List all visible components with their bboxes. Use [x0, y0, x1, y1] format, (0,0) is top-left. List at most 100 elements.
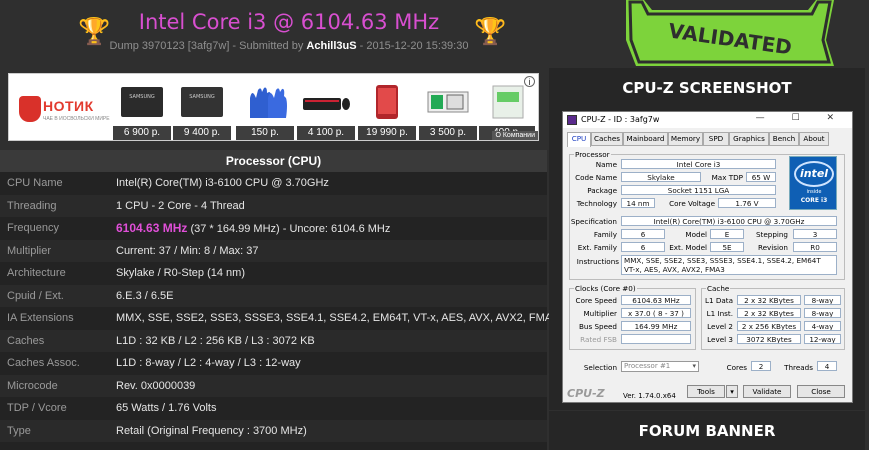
row-label: Caches	[7, 334, 45, 347]
ssd-icon: SAMSUNG	[121, 87, 163, 117]
busspeed-field: 164.99 MHz	[621, 321, 691, 331]
corevoltage-field: 1.76 V	[718, 198, 776, 208]
submitter-link[interactable]: Achill3uS	[306, 40, 356, 52]
tab-memory[interactable]: Memory	[668, 132, 703, 146]
row-value: 6.E.3 / 6.5E	[116, 289, 174, 302]
corespeed-field: 6104.63 MHz	[621, 295, 691, 305]
intel-logo-text: intel	[799, 167, 829, 180]
validate-button[interactable]: Validate	[743, 385, 791, 398]
santa-hat-icon	[19, 96, 41, 122]
row-label: Architecture	[7, 267, 66, 279]
package-icon	[492, 85, 524, 119]
table-row: Cpuid / Ext. 6.E.3 / 6.5E	[0, 284, 547, 307]
cpuz-window-title: CPU-Z - ID : 3afg7w	[581, 115, 660, 124]
ad-brand: НОТИК	[43, 98, 94, 114]
group-title: Clocks (Core #0)	[574, 284, 637, 293]
tab-about[interactable]: About	[799, 132, 829, 146]
intel-core-text: CORE i3	[800, 197, 828, 204]
stepping-field: 3	[793, 229, 837, 239]
table-row: Microcode Rev. 0x0000039	[0, 374, 547, 397]
submission-date: - 2015-12-20 15:39:30	[359, 40, 469, 52]
group-title: Processor	[574, 150, 611, 159]
field-label: L1 Inst.	[706, 309, 733, 318]
table-row: Type Retail (Original Frequency : 3700 M…	[0, 419, 547, 442]
row-value: Rev. 0x0000039	[116, 379, 196, 392]
frequency-value: 6104.63 MHz	[116, 221, 188, 235]
ad-logo[interactable]: НОТИК ЧАЕ В ИОСВОЛЬСКИ МИРЕ	[13, 92, 110, 132]
field-label: Specification	[570, 217, 617, 226]
ad-info-icon[interactable]: i	[524, 76, 535, 87]
row-label: Type	[7, 424, 31, 437]
table-row: Architecture Skylake / R0-Step (14 nm)	[0, 262, 547, 285]
l3-assoc-field: 12-way	[804, 334, 841, 344]
ad-banner[interactable]: НОТИК ЧАЕ В ИОСВОЛЬСКИ МИРЕ SAMSUNG 6 90…	[8, 73, 539, 141]
processor-panel: Processor (CPU) CPU Name Intel(R) Core(T…	[0, 150, 558, 450]
tools-dropdown-button[interactable]: ▾	[726, 385, 738, 398]
field-label: Stepping	[755, 230, 788, 239]
table-row: Multiplier Current: 37 / Min: 8 / Max: 3…	[0, 239, 547, 262]
tab-cpu[interactable]: CPU	[567, 132, 591, 147]
ad-product[interactable]: SAMSUNG 6 900 р.	[113, 80, 171, 140]
ad-company-link[interactable]: О Компании	[492, 131, 538, 140]
row-label: Threading	[7, 199, 57, 212]
maxtdp-field: 65 W	[746, 172, 776, 182]
field-label: Max TDP	[711, 173, 743, 182]
row-value: 65 Watts / 1.76 Volts	[116, 402, 217, 414]
tab-caches[interactable]: Caches	[591, 132, 623, 146]
cpuz-logo: CPU-Z	[567, 387, 605, 400]
row-value: Current: 37 / Min: 8 / Max: 37	[116, 244, 259, 257]
model-field: E	[710, 229, 744, 239]
ad-product[interactable]: SAMSUNG 9 400 р.	[173, 80, 231, 140]
row-label: Caches Assoc.	[7, 357, 80, 369]
table-row: Caches Assoc. L1D : 8-way / L2 : 4-way /…	[0, 352, 547, 375]
row-value: L1D : 32 KB / L2 : 256 KB / L3 : 3072 KB	[116, 334, 315, 347]
table-row: Caches L1D : 32 KB / L2 : 256 KB / L3 : …	[0, 329, 547, 352]
cpuz-window[interactable]: CPU-Z - ID : 3afg7w — ☐ ✕ CPU Caches Mai…	[562, 111, 853, 403]
forum-banner-heading: FORUM BANNER	[549, 411, 865, 450]
instructions-line-1: MMX, SSE, SSE2, SSE3, SSSE3, SSE4.1, SSE…	[624, 256, 821, 265]
tab-bench[interactable]: Bench	[769, 132, 799, 146]
table-row: Threading 1 CPU - 2 Core - 4 Thread	[0, 194, 547, 217]
ad-product[interactable]: 150 р.	[236, 80, 294, 140]
tools-button[interactable]: Tools	[687, 385, 725, 398]
group-title: Cache	[706, 284, 731, 293]
extfamily-field: 6	[621, 242, 665, 252]
field-label: Family	[593, 230, 617, 239]
field-label: Ext. Model	[669, 243, 707, 252]
field-label: Name	[595, 160, 617, 169]
intel-core-i3-logo: intel inside CORE i3	[789, 156, 837, 210]
field-label: Model	[685, 230, 707, 239]
row-label: IA Extensions	[7, 312, 74, 324]
dump-id: Dump 3970123 [3afg7w] - Submitted by	[109, 40, 304, 52]
codename-field: Skylake	[621, 172, 701, 182]
ad-product[interactable]: 3 500 р.	[419, 80, 477, 140]
row-label: Multiplier	[7, 244, 52, 257]
cpuz-titlebar[interactable]: CPU-Z - ID : 3afg7w — ☐ ✕	[563, 112, 852, 128]
field-label: L1 Data	[704, 296, 733, 305]
ad-price: 150 р.	[236, 126, 294, 140]
selection-dropdown[interactable]: Processor #1 ▾	[621, 361, 699, 372]
package-field: Socket 1151 LGA	[621, 185, 776, 195]
tab-mainboard[interactable]: Mainboard	[623, 132, 668, 146]
cpuz-version: Ver. 1.74.0.x64	[623, 392, 676, 400]
l1data-field: 2 x 32 KBytes	[737, 295, 801, 305]
ad-product[interactable]: 19 990 р.	[358, 80, 416, 140]
page-title: Intel Core i3 @ 6104.63 MHz	[138, 10, 440, 34]
field-label: Level 2	[707, 322, 733, 331]
table-row: IA Extensions MMX, SSE, SSE2, SSE3, SSSE…	[0, 307, 558, 330]
window-controls[interactable]: — ☐ ✕	[756, 113, 846, 123]
close-button[interactable]: Close	[797, 385, 845, 398]
ad-product[interactable]: 4 100 р.	[297, 80, 355, 140]
field-label: Threads	[784, 363, 813, 372]
row-value: MMX, SSE, SSE2, SSE3, SSSE3, SSE4.1, SSE…	[116, 312, 559, 324]
tab-spd[interactable]: SPD	[703, 132, 729, 146]
field-label: Code Name	[575, 173, 617, 182]
tab-graphics[interactable]: Graphics	[729, 132, 769, 146]
ad-price: 6 900 р.	[113, 126, 171, 140]
table-row: CPU Name Intel(R) Core(TM) i3-6100 CPU @…	[0, 172, 547, 195]
row-label: Frequency	[7, 222, 59, 234]
l2-field: 2 x 256 KBytes	[737, 321, 801, 331]
submission-info: Dump 3970123 [3afg7w] - Submitted by Ach…	[0, 40, 578, 52]
header: 🏆 🏆 Intel Core i3 @ 6104.63 MHz Dump 397…	[0, 0, 869, 66]
field-label: Cores	[726, 363, 747, 372]
